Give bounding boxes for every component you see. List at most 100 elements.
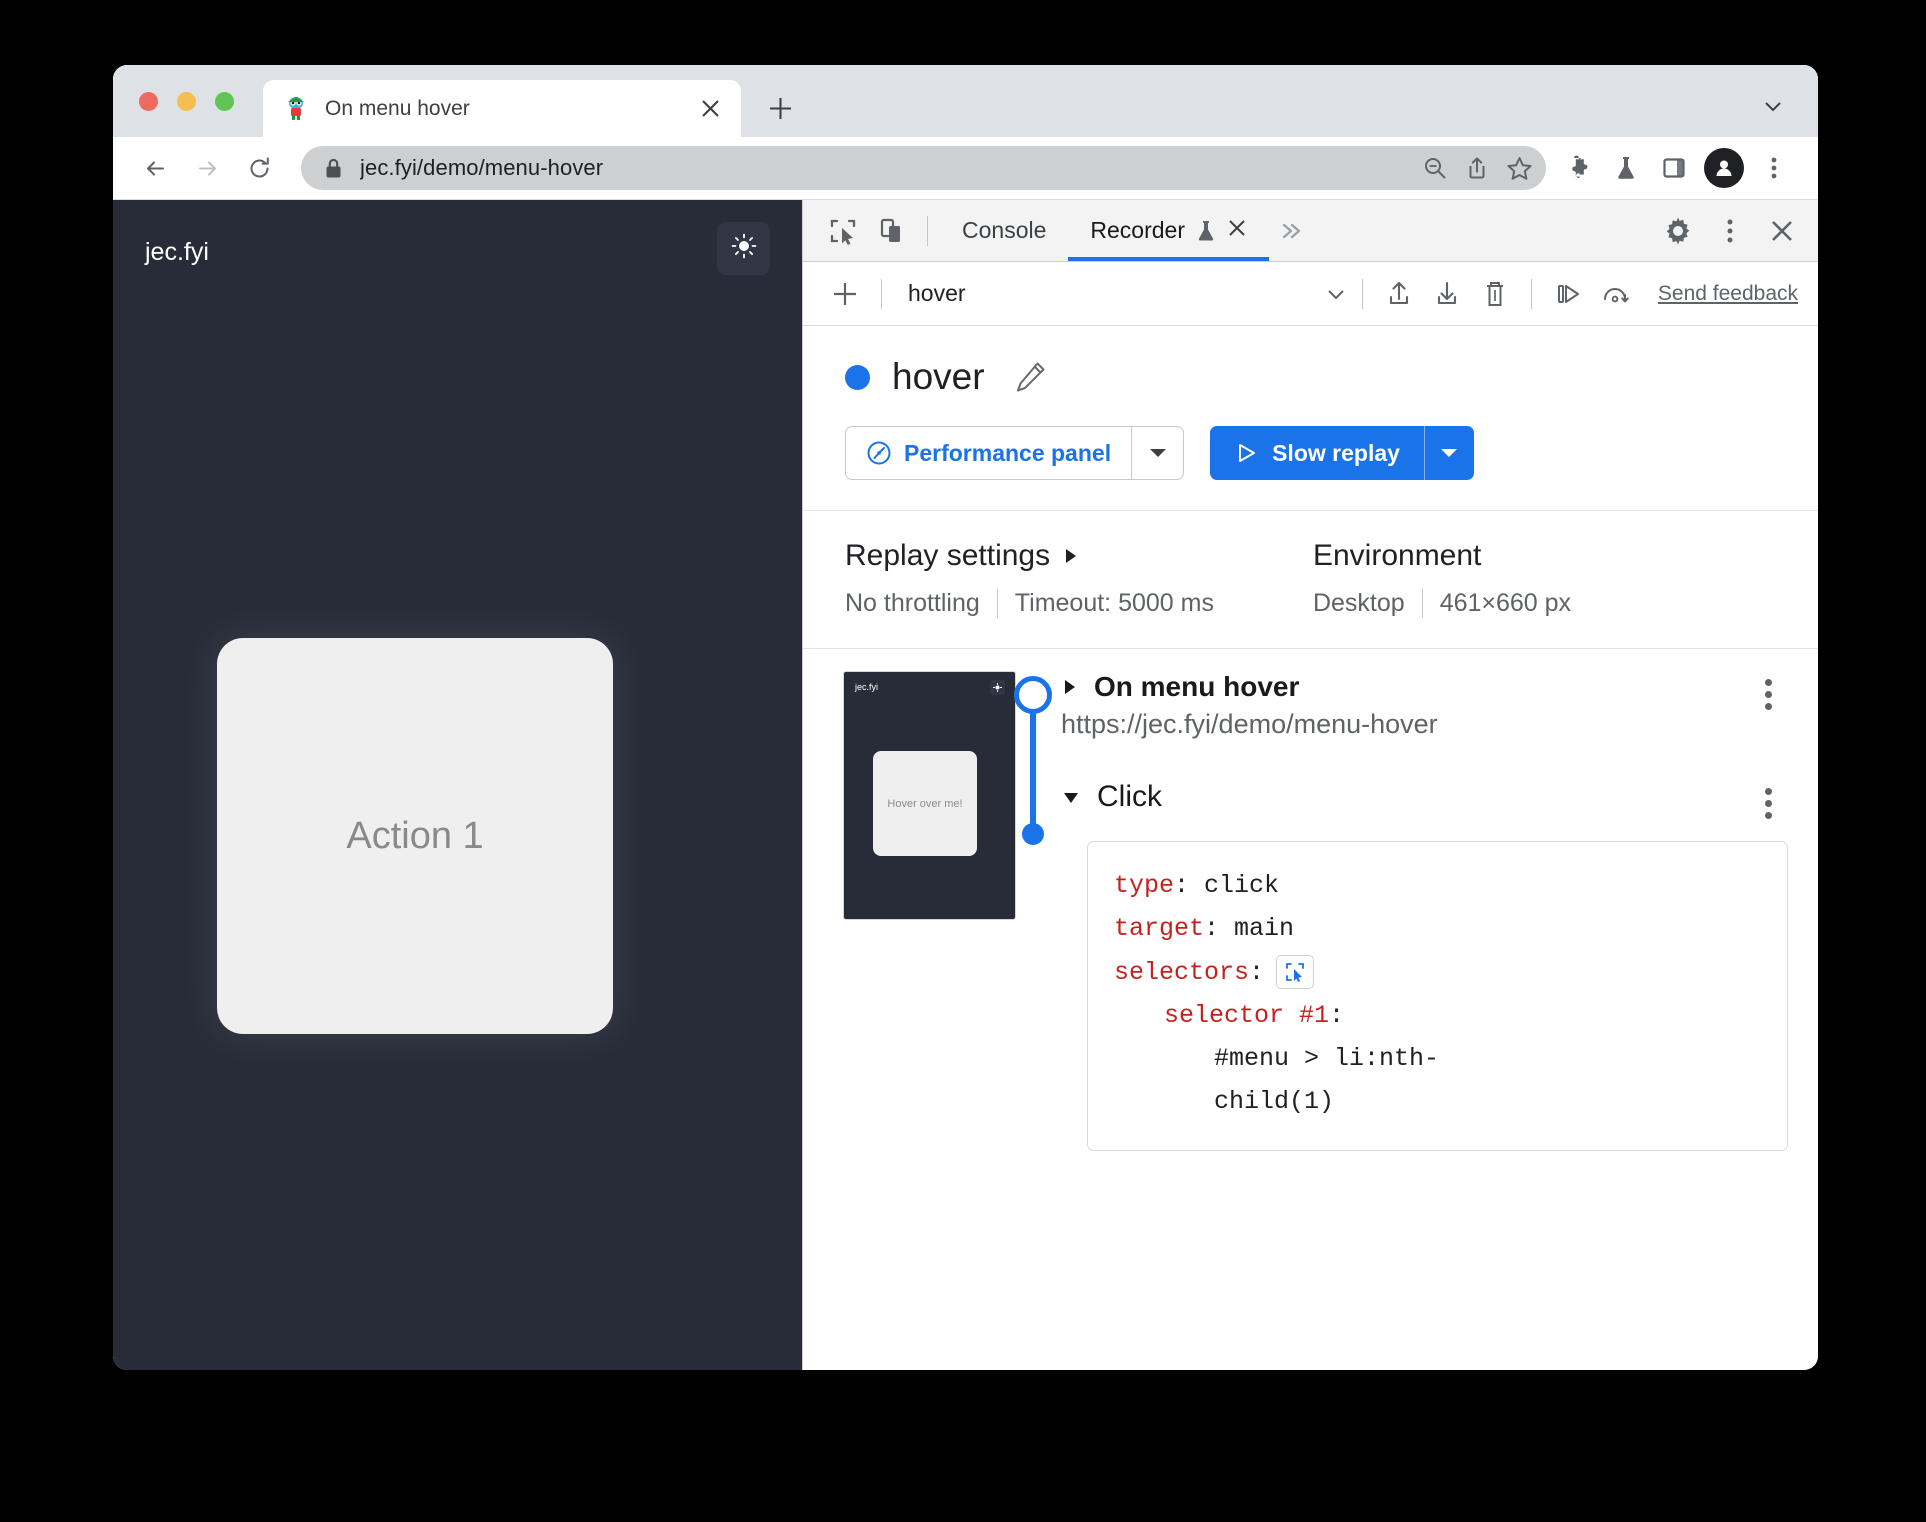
step-navigate-main[interactable]: On menu hover https://jec.fyi/demo/menu-… — [1061, 671, 1748, 740]
chevron-right-icon — [1063, 546, 1079, 566]
step-click-title-row: Click — [1061, 780, 1748, 814]
step-replay-icon[interactable] — [1544, 270, 1592, 318]
disclosure-collapsed-icon[interactable] — [1061, 677, 1078, 697]
address-bar[interactable]: jec.fyi/demo/menu-hover — [301, 146, 1546, 190]
export-download-icon[interactable] — [1423, 270, 1471, 318]
replay-dropdown-button[interactable] — [1423, 426, 1474, 480]
tab-favicon-icon — [285, 96, 307, 121]
close-devtools-icon[interactable] — [1758, 207, 1806, 255]
reload-button[interactable] — [237, 146, 281, 190]
close-tab-button[interactable] — [695, 94, 725, 124]
selector-1-key: selector #1 — [1164, 1000, 1330, 1030]
tab-recorder[interactable]: Recorder — [1068, 200, 1269, 261]
flask-icon — [1195, 219, 1217, 243]
zoom-out-icon[interactable] — [1414, 147, 1456, 189]
extensions-puzzle-icon[interactable] — [1554, 146, 1602, 190]
recording-actions: Performance panel Slow replay — [845, 426, 1776, 480]
detail-selector-1-value-line2: child(1) — [1114, 1080, 1761, 1123]
detail-target-key: target — [1114, 914, 1205, 944]
close-window-button[interactable] — [139, 92, 158, 111]
step-click-main[interactable]: Click — [1061, 780, 1748, 814]
throttling-value: No throttling — [845, 589, 980, 617]
flask-icon[interactable] — [1602, 146, 1650, 190]
side-panel-icon[interactable] — [1650, 146, 1698, 190]
devtools-menu-kebab-icon[interactable] — [1706, 207, 1754, 255]
tab-recorder-label: Recorder — [1090, 217, 1185, 243]
detail-type-key: type — [1114, 871, 1175, 900]
performance-replay-icon[interactable] — [1592, 270, 1640, 318]
performance-gauge-icon — [866, 440, 892, 466]
chevron-down-icon — [1322, 280, 1350, 308]
more-tabs-chevron-icon[interactable] — [1269, 208, 1315, 254]
environment-heading: Environment — [1312, 539, 1482, 572]
selector-1-value-line2: child(1) — [1214, 1087, 1335, 1117]
detail-target-value: main — [1234, 914, 1295, 944]
thumbnail-brand: jec.fyi — [855, 682, 879, 692]
step-click-title: Click — [1097, 780, 1162, 813]
sun-icon — [731, 233, 757, 264]
detail-type: type: click — [1114, 864, 1761, 907]
profile-avatar-icon[interactable] — [1704, 148, 1744, 188]
recording-select-value: hover — [908, 280, 966, 306]
browser-window: On menu hover jec.fyi/demo/menu-hover je… — [113, 65, 1818, 1370]
performance-panel-dropdown-button[interactable] — [1132, 426, 1185, 480]
forward-button[interactable] — [185, 146, 229, 190]
step-timeline-rail — [1001, 671, 1061, 1370]
detail-target: target: main — [1114, 907, 1761, 950]
browser-menu-kebab-icon[interactable] — [1750, 146, 1798, 190]
browser-content-area: jec.fyi Action 1 Console Recorder hover … — [113, 200, 1818, 1370]
recording-select[interactable]: hover — [894, 280, 1350, 308]
detail-selectors-key: selectors — [1114, 957, 1250, 987]
timeline-line — [1030, 697, 1036, 837]
step-screenshot-thumbnail[interactable]: jec.fyi Hover over me! — [843, 671, 1016, 920]
viewport-size-value: 461×660 px — [1421, 589, 1588, 618]
detail-selectors: selectors: — [1114, 951, 1761, 994]
replay-settings-toggle[interactable]: Replay settings — [845, 539, 1231, 573]
step-click-details: type: click target: main selectors: sele… — [1087, 841, 1788, 1151]
selector-picker-icon[interactable] — [1276, 955, 1315, 990]
back-button[interactable] — [133, 146, 177, 190]
selector-1-value-line1: #menu > li:nth- — [1214, 1044, 1440, 1073]
step-screenshot-column: jec.fyi Hover over me! — [803, 671, 1016, 1370]
timeline-node-start — [1014, 676, 1052, 714]
toolbar-divider — [927, 215, 928, 246]
window-traffic-lights — [139, 92, 234, 111]
step-item-click: Click — [1061, 780, 1788, 819]
inspect-element-icon[interactable] — [819, 207, 867, 255]
tab-console[interactable]: Console — [940, 200, 1068, 261]
step-item-navigate: On menu hover https://jec.fyi/demo/menu-… — [1061, 671, 1788, 740]
theme-toggle-button[interactable] — [717, 222, 770, 275]
action-card-label: Action 1 — [346, 814, 484, 857]
browser-tab[interactable]: On menu hover — [263, 80, 741, 137]
step-click-kebab-icon[interactable] — [1748, 780, 1788, 819]
step-navigate-url: https://jec.fyi/demo/menu-hover — [1061, 709, 1438, 739]
add-recording-button[interactable] — [821, 270, 869, 318]
action-card[interactable]: Action 1 — [217, 638, 613, 1034]
maximize-window-button[interactable] — [215, 92, 234, 111]
disclosure-expanded-icon[interactable] — [1061, 789, 1081, 806]
close-recorder-tab-button[interactable] — [1227, 218, 1247, 244]
step-navigate-kebab-icon[interactable] — [1748, 671, 1788, 710]
step-list: On menu hover https://jec.fyi/demo/menu-… — [1061, 671, 1818, 1370]
replay-button-group: Slow replay — [1210, 426, 1474, 480]
tab-search-chevron-icon[interactable] — [1758, 91, 1788, 121]
recorder-steps: jec.fyi Hover over me! On menu hover htt… — [803, 649, 1818, 1370]
detail-type-value: click — [1204, 871, 1280, 900]
import-upload-icon[interactable] — [1375, 270, 1423, 318]
pencil-icon[interactable] — [1013, 360, 1047, 394]
detail-selector-1-value-line1: #menu > li:nth- — [1114, 1037, 1761, 1080]
settings-gear-icon[interactable] — [1654, 207, 1702, 255]
slow-replay-button[interactable]: Slow replay — [1210, 426, 1424, 480]
page-viewport: jec.fyi Action 1 — [113, 200, 802, 1370]
trash-icon[interactable] — [1471, 270, 1519, 318]
performance-panel-button[interactable]: Performance panel — [845, 426, 1133, 480]
share-icon[interactable] — [1456, 147, 1498, 189]
slow-replay-button-label: Slow replay — [1272, 439, 1400, 466]
replay-settings-strip: Replay settings No throttling Timeout: 5… — [803, 511, 1818, 649]
new-tab-button[interactable] — [757, 85, 803, 131]
page-brand: jec.fyi — [145, 238, 209, 266]
bookmark-star-icon[interactable] — [1498, 147, 1540, 189]
send-feedback-link[interactable]: Send feedback — [1658, 282, 1798, 306]
minimize-window-button[interactable] — [177, 92, 196, 111]
device-toolbar-icon[interactable] — [867, 207, 915, 255]
